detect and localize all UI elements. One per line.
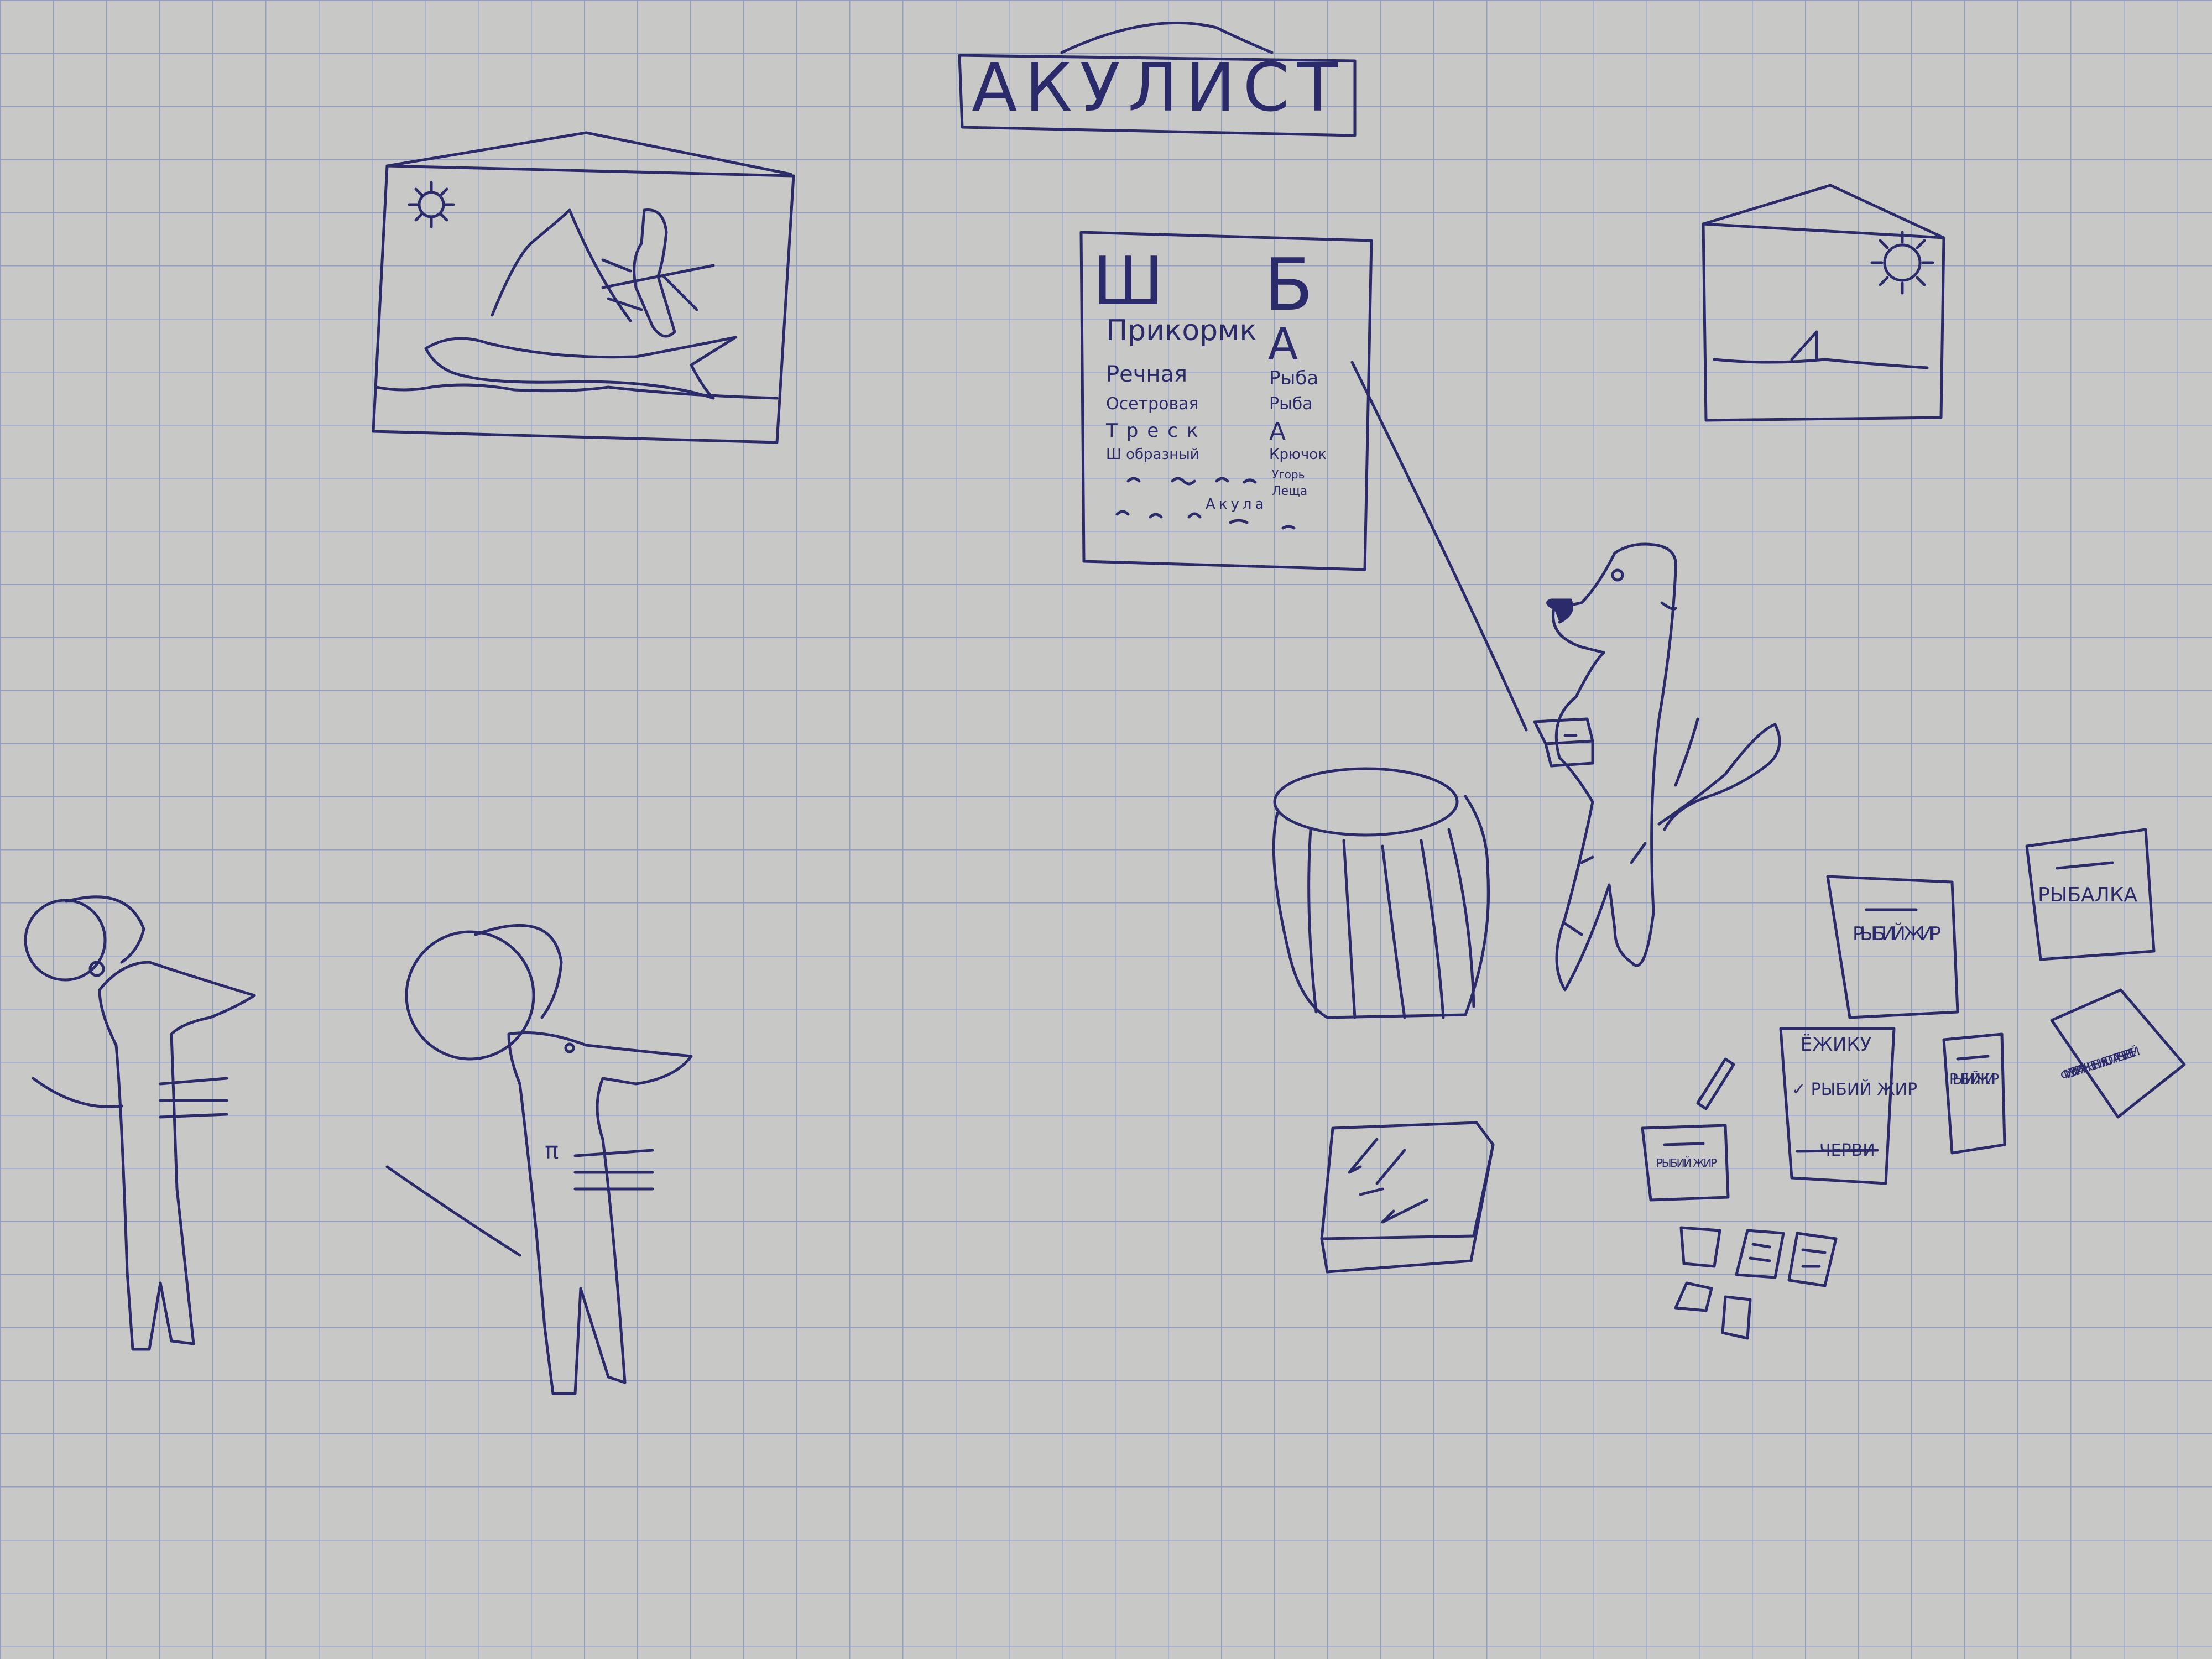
chart-row-4-right: А	[1269, 418, 1286, 446]
chart-letter-sh: Ш	[1093, 243, 1164, 320]
chart-row-2-left: Речная	[1106, 362, 1187, 387]
chart-row-8-right: Акула	[1206, 496, 1267, 513]
note-fish-oil-1-line1: РЫБИЙ ЖИР	[1853, 922, 1941, 945]
sign-title: АКУЛИСТ	[972, 50, 1345, 127]
drawing-sheet: АКУЛИСТ Ш Б А Прикормк Речная Рыба Осетр…	[0, 0, 2212, 1659]
chart-row-5-left: Ш образный	[1106, 446, 1199, 463]
chart-letter-a: А	[1268, 319, 1298, 370]
chart-row-3-right: Рыба	[1269, 394, 1313, 414]
note-fishing-text: РЫБАЛКА	[2038, 884, 2137, 906]
chart-letter-b: Б	[1264, 243, 1313, 327]
chart-row-6-right: Угорь	[1272, 468, 1305, 481]
chart-row-4-left: Треск	[1105, 420, 1207, 442]
chart-row-1-left: Прикормк	[1106, 314, 1257, 347]
note-fish-oil-2-text: РЫБИЙ ЖИР	[1949, 1070, 1999, 1088]
chart-row-5-right: Крючок	[1269, 446, 1327, 463]
note-fish-oil-small-text: РЫБИЙ ЖИР	[1656, 1156, 1717, 1170]
svg-text:π: π	[545, 1137, 559, 1164]
note-hedgehog-item: ✓ РЫБИЙ ЖИР	[1792, 1079, 1917, 1099]
chart-row-7-right: Леща	[1272, 484, 1307, 498]
note-hedgehog-title: ЁЖИКУ	[1801, 1034, 1872, 1056]
chart-row-3-left: Осетровая	[1106, 394, 1199, 414]
chart-row-2-right: Рыба	[1269, 367, 1318, 389]
